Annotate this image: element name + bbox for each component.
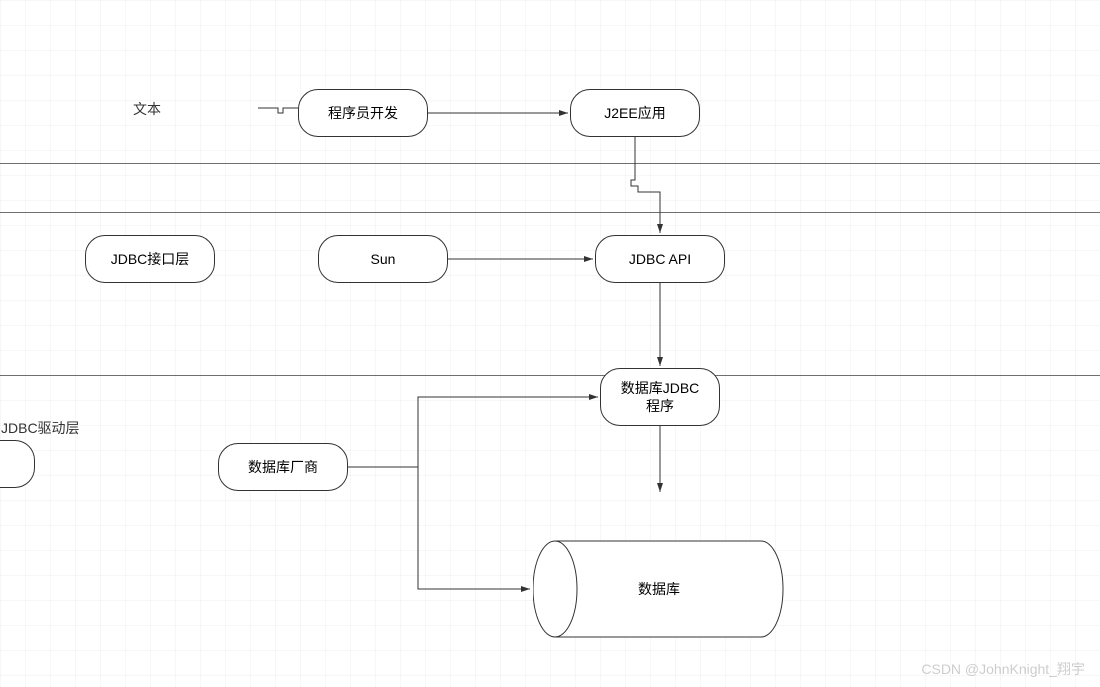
node-label: 数据库厂商	[248, 458, 318, 476]
node-label: J2EE应用	[604, 104, 665, 122]
node-label: JDBC API	[629, 250, 691, 268]
node-label: 程序员开发	[328, 104, 398, 122]
node-database[interactable]: 数据库	[533, 540, 785, 638]
node-db-vendor[interactable]: 数据库厂商	[218, 443, 348, 491]
node-sun[interactable]: Sun	[318, 235, 448, 283]
node-label: 数据库JDBC 程序	[621, 379, 700, 415]
node-jdbc-api[interactable]: JDBC API	[595, 235, 725, 283]
node-jdbc-driver-layer[interactable]	[0, 440, 35, 488]
cylinder-label: 数据库	[533, 540, 785, 638]
node-label: JDBC接口层	[111, 250, 190, 268]
divider-3	[0, 375, 1100, 376]
node-jdbc-interface-layer[interactable]: JDBC接口层	[85, 235, 215, 283]
node-label: Sun	[371, 250, 396, 268]
jdbc-driver-layer-label: JDBC驱动层	[1, 418, 80, 438]
text-label: 文本	[133, 99, 161, 119]
node-db-jdbc-program[interactable]: 数据库JDBC 程序	[600, 368, 720, 426]
divider-2	[0, 212, 1100, 213]
divider-1	[0, 163, 1100, 164]
node-programmer-dev[interactable]: 程序员开发	[298, 89, 428, 137]
watermark: CSDN @JohnKnight_翔宇	[921, 659, 1085, 679]
node-j2ee-app[interactable]: J2EE应用	[570, 89, 700, 137]
